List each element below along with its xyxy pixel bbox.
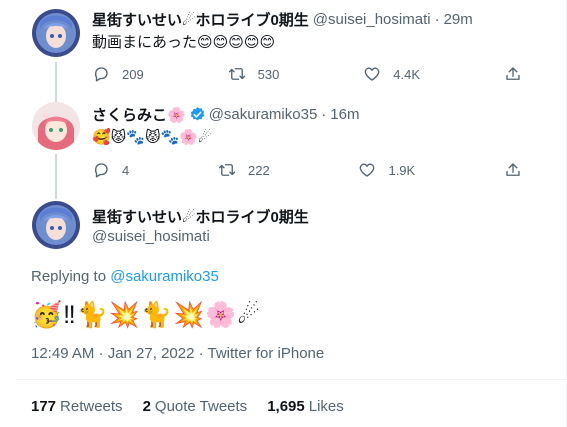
tweet2-actions: 4 222 1.9K (92, 158, 522, 182)
tweet1-time[interactable]: 29m (444, 11, 473, 28)
likes-label: Likes (308, 398, 344, 415)
tweet1-like-button[interactable]: 4.4K (363, 65, 420, 83)
replying-to: Replying to @sakuramiko35 (31, 268, 219, 285)
tweet1-text: 動画まにあった😊😊😊😊😊 (92, 34, 276, 51)
replying-prefix: Replying to (31, 268, 107, 285)
quotes-value: 2 (142, 398, 151, 415)
avatar-sakuramiko[interactable] (32, 102, 80, 150)
replying-handle-link[interactable]: @sakuramiko35 (110, 268, 219, 285)
tweet2-reply-count: 4 (122, 162, 130, 178)
tweet2-handle[interactable]: @sakuramiko35 (209, 106, 318, 123)
tweet1-like-count: 4.4K (393, 66, 421, 82)
tweet2-display-name[interactable]: さくらみこ🌸 (92, 104, 186, 125)
tweet2-header: さくらみこ🌸 @sakuramiko35 · 16m (92, 104, 359, 125)
main-display-name[interactable]: 星街すいせい☄ホロライブ0期生 (92, 206, 309, 227)
quotes-label: Quote Tweets (154, 398, 248, 415)
main-tweet-text: 🥳‼🐈💥🐈💥🌸☄ (31, 301, 261, 329)
tweet1-separator: · (434, 11, 440, 28)
divider-top (16, 379, 567, 380)
tweet2-retweet-count: 222 (248, 162, 270, 178)
heart-icon (364, 67, 380, 81)
likes-value: 1,695 (267, 398, 305, 415)
tweet1-display-name[interactable]: 星街すいせい☄ホロライブ0期生 (92, 9, 309, 30)
tweet1-header: 星街すいせい☄ホロライブ0期生 @suisei_hosimati · 29m (92, 9, 473, 30)
tweet1-reply-button[interactable]: 209 (92, 65, 144, 83)
thread-connector-1 (55, 62, 57, 102)
likes-stat[interactable]: 1,695 Likes (267, 398, 344, 415)
tweet-thread: 星街すいせい☄ホロライブ0期生 @suisei_hosimati · 29m 動… (0, 0, 567, 427)
tweet2-like-button[interactable]: 1.9K (358, 161, 415, 179)
reply-icon (94, 163, 108, 178)
heart-icon (360, 163, 375, 177)
engagement-stats: 177 Retweets 2 Quote Tweets 1,695 Likes (31, 398, 344, 415)
verified-badge-icon (190, 107, 204, 121)
retweets-stat[interactable]: 177 Retweets (31, 398, 123, 415)
retweet-icon (218, 164, 236, 176)
tweet1-retweet-button[interactable]: 530 (228, 65, 280, 83)
avatar-suisei-1[interactable] (32, 9, 80, 57)
share-icon (506, 67, 520, 80)
reply-icon (94, 67, 108, 82)
tweet1-actions: 209 530 4.4K (92, 62, 522, 86)
tweet2-separator: · (321, 106, 327, 123)
tweet2-time[interactable]: 16m (330, 106, 359, 123)
tweet1-share-button[interactable] (504, 65, 522, 83)
thread-connector-2 (55, 154, 57, 199)
tweet2-text: 🥰😾🐾😾🐾🌸☄ (92, 129, 212, 146)
tweet1-retweet-count: 530 (257, 66, 280, 82)
retweets-value: 177 (31, 398, 57, 415)
tweet2-like-count: 1.9K (388, 162, 416, 178)
tweet2-retweet-button[interactable]: 222 (218, 161, 270, 179)
tweet2-share-button[interactable] (504, 161, 522, 179)
main-timestamp[interactable]: 12:49 AM · Jan 27, 2022 · Twitter for iP… (31, 345, 324, 362)
tweet2-reply-button[interactable]: 4 (92, 161, 129, 179)
tweet1-reply-count: 209 (122, 66, 144, 82)
main-handle[interactable]: @suisei_hosimati (92, 228, 210, 245)
tweet1-handle[interactable]: @suisei_hosimati (313, 11, 431, 28)
share-icon (506, 163, 520, 176)
retweet-icon (228, 68, 245, 80)
retweets-label: Retweets (60, 398, 123, 415)
quotes-stat[interactable]: 2 Quote Tweets (143, 398, 248, 415)
avatar-suisei-main[interactable] (32, 201, 80, 249)
